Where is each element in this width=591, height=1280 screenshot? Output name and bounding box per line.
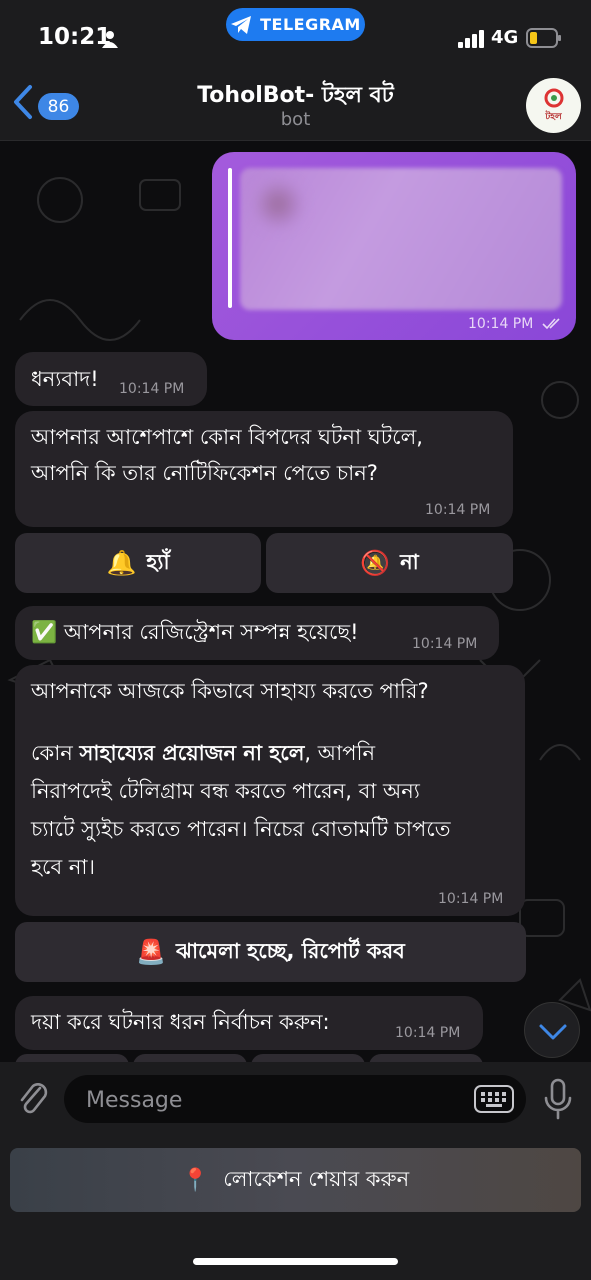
message-time: 10:14 PM: [468, 316, 534, 332]
message-line: কোন সাহায্যের প্রয়োজন না হলে, আপনি: [31, 737, 450, 769]
incoming-message[interactable]: আপনার আশেপাশে কোন বিপদের ঘটনা ঘটলে, আপনি…: [15, 411, 513, 527]
text-segment: কোন: [31, 741, 80, 765]
message-text: আপনার আশেপাশে কোন বিপদের ঘটনা ঘটলে, আপনি…: [31, 421, 423, 489]
button-label: হ্যাঁ: [146, 549, 170, 574]
button-label: লোকেশন শেয়ার করুন: [223, 1166, 410, 1191]
message-text: ধন্যবাদ!: [31, 367, 99, 391]
chevron-down-icon: [539, 1024, 567, 1040]
message-text: দয়া করে ঘটনার ধরন নির্বাচন করুন:: [31, 1010, 330, 1034]
status-bar: 10:21 TELEGRAM 4G: [0, 0, 591, 62]
bell-muted-icon: 🔕: [360, 549, 391, 577]
telegram-plane-icon: [231, 15, 252, 34]
button-label: ঝামেলা হচ্ছে, রিপোর্ট করব: [176, 938, 405, 963]
message-field[interactable]: [64, 1075, 526, 1125]
text-segment: , আপনি: [304, 741, 376, 765]
message-input[interactable]: [84, 1075, 458, 1125]
message-text: আপনাকে আজকে কিভাবে সাহায্য করতে পারি? কো…: [31, 675, 450, 883]
message-time: 10:14 PM: [119, 381, 185, 397]
chat-subtitle: bot: [280, 109, 311, 130]
network-type: 4G: [491, 27, 519, 48]
message-line: চ্যাটে স্যুইচ করতে পারেন। নিচের বোতামটি …: [31, 817, 451, 841]
outgoing-message[interactable]: 10:14 PM: [212, 152, 576, 340]
quote-bar: [228, 168, 232, 308]
message-text: ✅ আপনার রেজিস্ট্রেশন সম্পন্ন হয়েছে!: [31, 620, 359, 644]
battery-low-icon: [526, 28, 561, 48]
message-line: আপনাকে আজকে কিভাবে সাহায্য করতে পারি?: [31, 679, 429, 703]
siren-icon: 🚨: [136, 938, 167, 966]
attachment-paperclip-icon[interactable]: [16, 1078, 50, 1118]
message-input-bar: [0, 1062, 591, 1134]
share-location-button[interactable]: 📍 লোকেশন শেয়ার করুন: [10, 1148, 581, 1212]
bot-logo-icon: [544, 88, 563, 107]
home-indicator: [193, 1258, 398, 1265]
incoming-message[interactable]: আপনাকে আজকে কিভাবে সাহায্য করতে পারি? কো…: [15, 665, 525, 916]
bell-icon: 🔔: [106, 549, 137, 577]
message-line: নিরাপদেই টেলিগ্রাম বন্ধ করতে পারেন, বা অ…: [31, 779, 420, 803]
button-label: না: [400, 549, 419, 574]
chat-header: 86 ToholBot- টহল বট bot টহল: [0, 62, 591, 141]
bot-avatar[interactable]: টহল: [526, 78, 581, 133]
keyboard-icon[interactable]: [474, 1085, 514, 1113]
pill-label: TELEGRAM: [260, 15, 361, 34]
message-time: 10:14 PM: [412, 636, 478, 652]
reply-keyboard: 📍 লোকেশন শেয়ার করুন: [0, 1134, 591, 1280]
message-line: আপনি কি তার নোটিফিকেশন পেতে চান?: [31, 461, 378, 485]
notify-no-button[interactable]: 🔕 না: [266, 533, 513, 593]
incoming-message[interactable]: দয়া করে ঘটনার ধরন নির্বাচন করুন: 10:14 …: [15, 996, 483, 1050]
telegram-pill[interactable]: TELEGRAM: [226, 8, 365, 41]
incoming-message[interactable]: ধন্যবাদ! 10:14 PM: [15, 352, 207, 406]
microphone-icon[interactable]: [542, 1078, 574, 1120]
message-line: আপনার আশেপাশে কোন বিপদের ঘটনা ঘটলে,: [31, 425, 423, 449]
message-time: 10:14 PM: [395, 1025, 461, 1041]
cellular-signal-icon: [458, 30, 484, 48]
person-icon: [102, 31, 118, 48]
incoming-message[interactable]: ✅ আপনার রেজিস্ট্রেশন সম্পন্ন হয়েছে! 10:…: [15, 606, 499, 660]
notify-yes-button[interactable]: 🔔 হ্যাঁ: [15, 533, 261, 593]
message-time: 10:14 PM: [438, 891, 504, 907]
blurred-avatar: [254, 180, 302, 228]
report-issue-button[interactable]: 🚨 ঝামেলা হচ্ছে, রিপোর্ট করব: [15, 922, 526, 982]
message-line: হবে না।: [31, 855, 95, 879]
message-time: 10:14 PM: [425, 502, 491, 518]
scroll-to-bottom-button[interactable]: [524, 1002, 580, 1058]
double-check-icon: [542, 318, 560, 330]
avatar-text: টহল: [545, 111, 562, 122]
pin-icon: 📍: [181, 1167, 210, 1193]
bold-text: সাহায্যের প্রয়োজন না হলে: [79, 741, 305, 765]
